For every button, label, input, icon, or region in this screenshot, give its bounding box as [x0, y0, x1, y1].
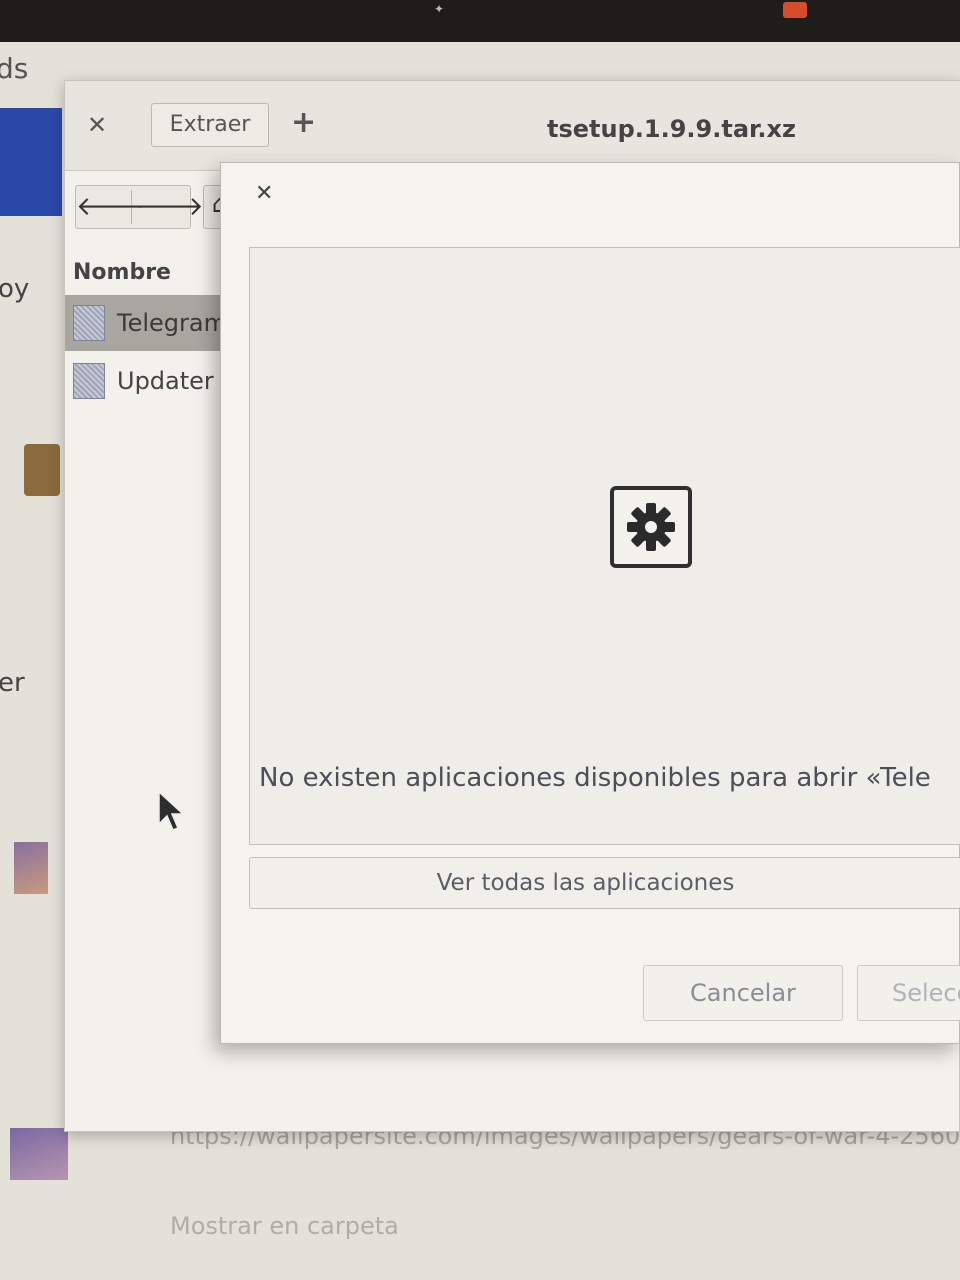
select-button[interactable]: Selecc — [857, 965, 960, 1021]
view-all-apps-button[interactable]: Ver todas las aplicaciones — [249, 857, 960, 909]
add-button[interactable]: + — [291, 105, 316, 140]
open-with-dialog: ✕ No existen aplicaciones disponibles pa… — [220, 162, 960, 1044]
settings-gear-icon — [610, 486, 692, 568]
tray-icon: ✦ — [433, 2, 445, 16]
file-name: Telegram — [117, 309, 227, 337]
forward-arrow-icon[interactable]: 🡒 — [134, 190, 204, 224]
background-label-1: oy — [0, 274, 30, 304]
file-name: Updater — [117, 367, 214, 395]
navigation-buttons: 🡐 🡒 — [75, 185, 204, 229]
image-thumbnail[interactable] — [14, 842, 48, 894]
monitor-bezel: ✦ — [0, 0, 960, 42]
archive-close-button[interactable]: ✕ — [87, 111, 107, 139]
application-list-panel — [249, 247, 960, 845]
file-row-telegram[interactable]: Telegram — [65, 295, 235, 351]
cancel-button[interactable]: Cancelar — [643, 965, 843, 1021]
dialog-close-button[interactable]: ✕ — [255, 181, 273, 206]
file-icon — [73, 363, 105, 399]
name-column-header[interactable]: Nombre — [65, 253, 235, 293]
back-arrow-icon[interactable]: 🡐 — [76, 190, 146, 224]
no-apps-message: No existen aplicaciones disponibles para… — [259, 763, 931, 793]
file-row-updater[interactable]: Updater — [65, 353, 235, 409]
download-thumbnail[interactable] — [10, 1128, 68, 1180]
tray-indicator — [783, 2, 807, 18]
extract-button[interactable]: Extraer — [151, 103, 269, 147]
mouse-cursor-icon — [158, 790, 185, 831]
show-in-folder-link[interactable]: Mostrar en carpeta — [170, 1212, 399, 1240]
gear-icon — [627, 503, 675, 551]
folder-icon — [24, 444, 60, 496]
archive-window-title: tsetup.1.9.9.tar.xz — [547, 115, 796, 143]
archive-header-bar: ✕ Extraer + tsetup.1.9.9.tar.xz — [65, 81, 960, 171]
background-sidebar-highlight — [0, 108, 62, 216]
background-label-2: er — [0, 668, 25, 698]
file-icon — [73, 305, 105, 341]
